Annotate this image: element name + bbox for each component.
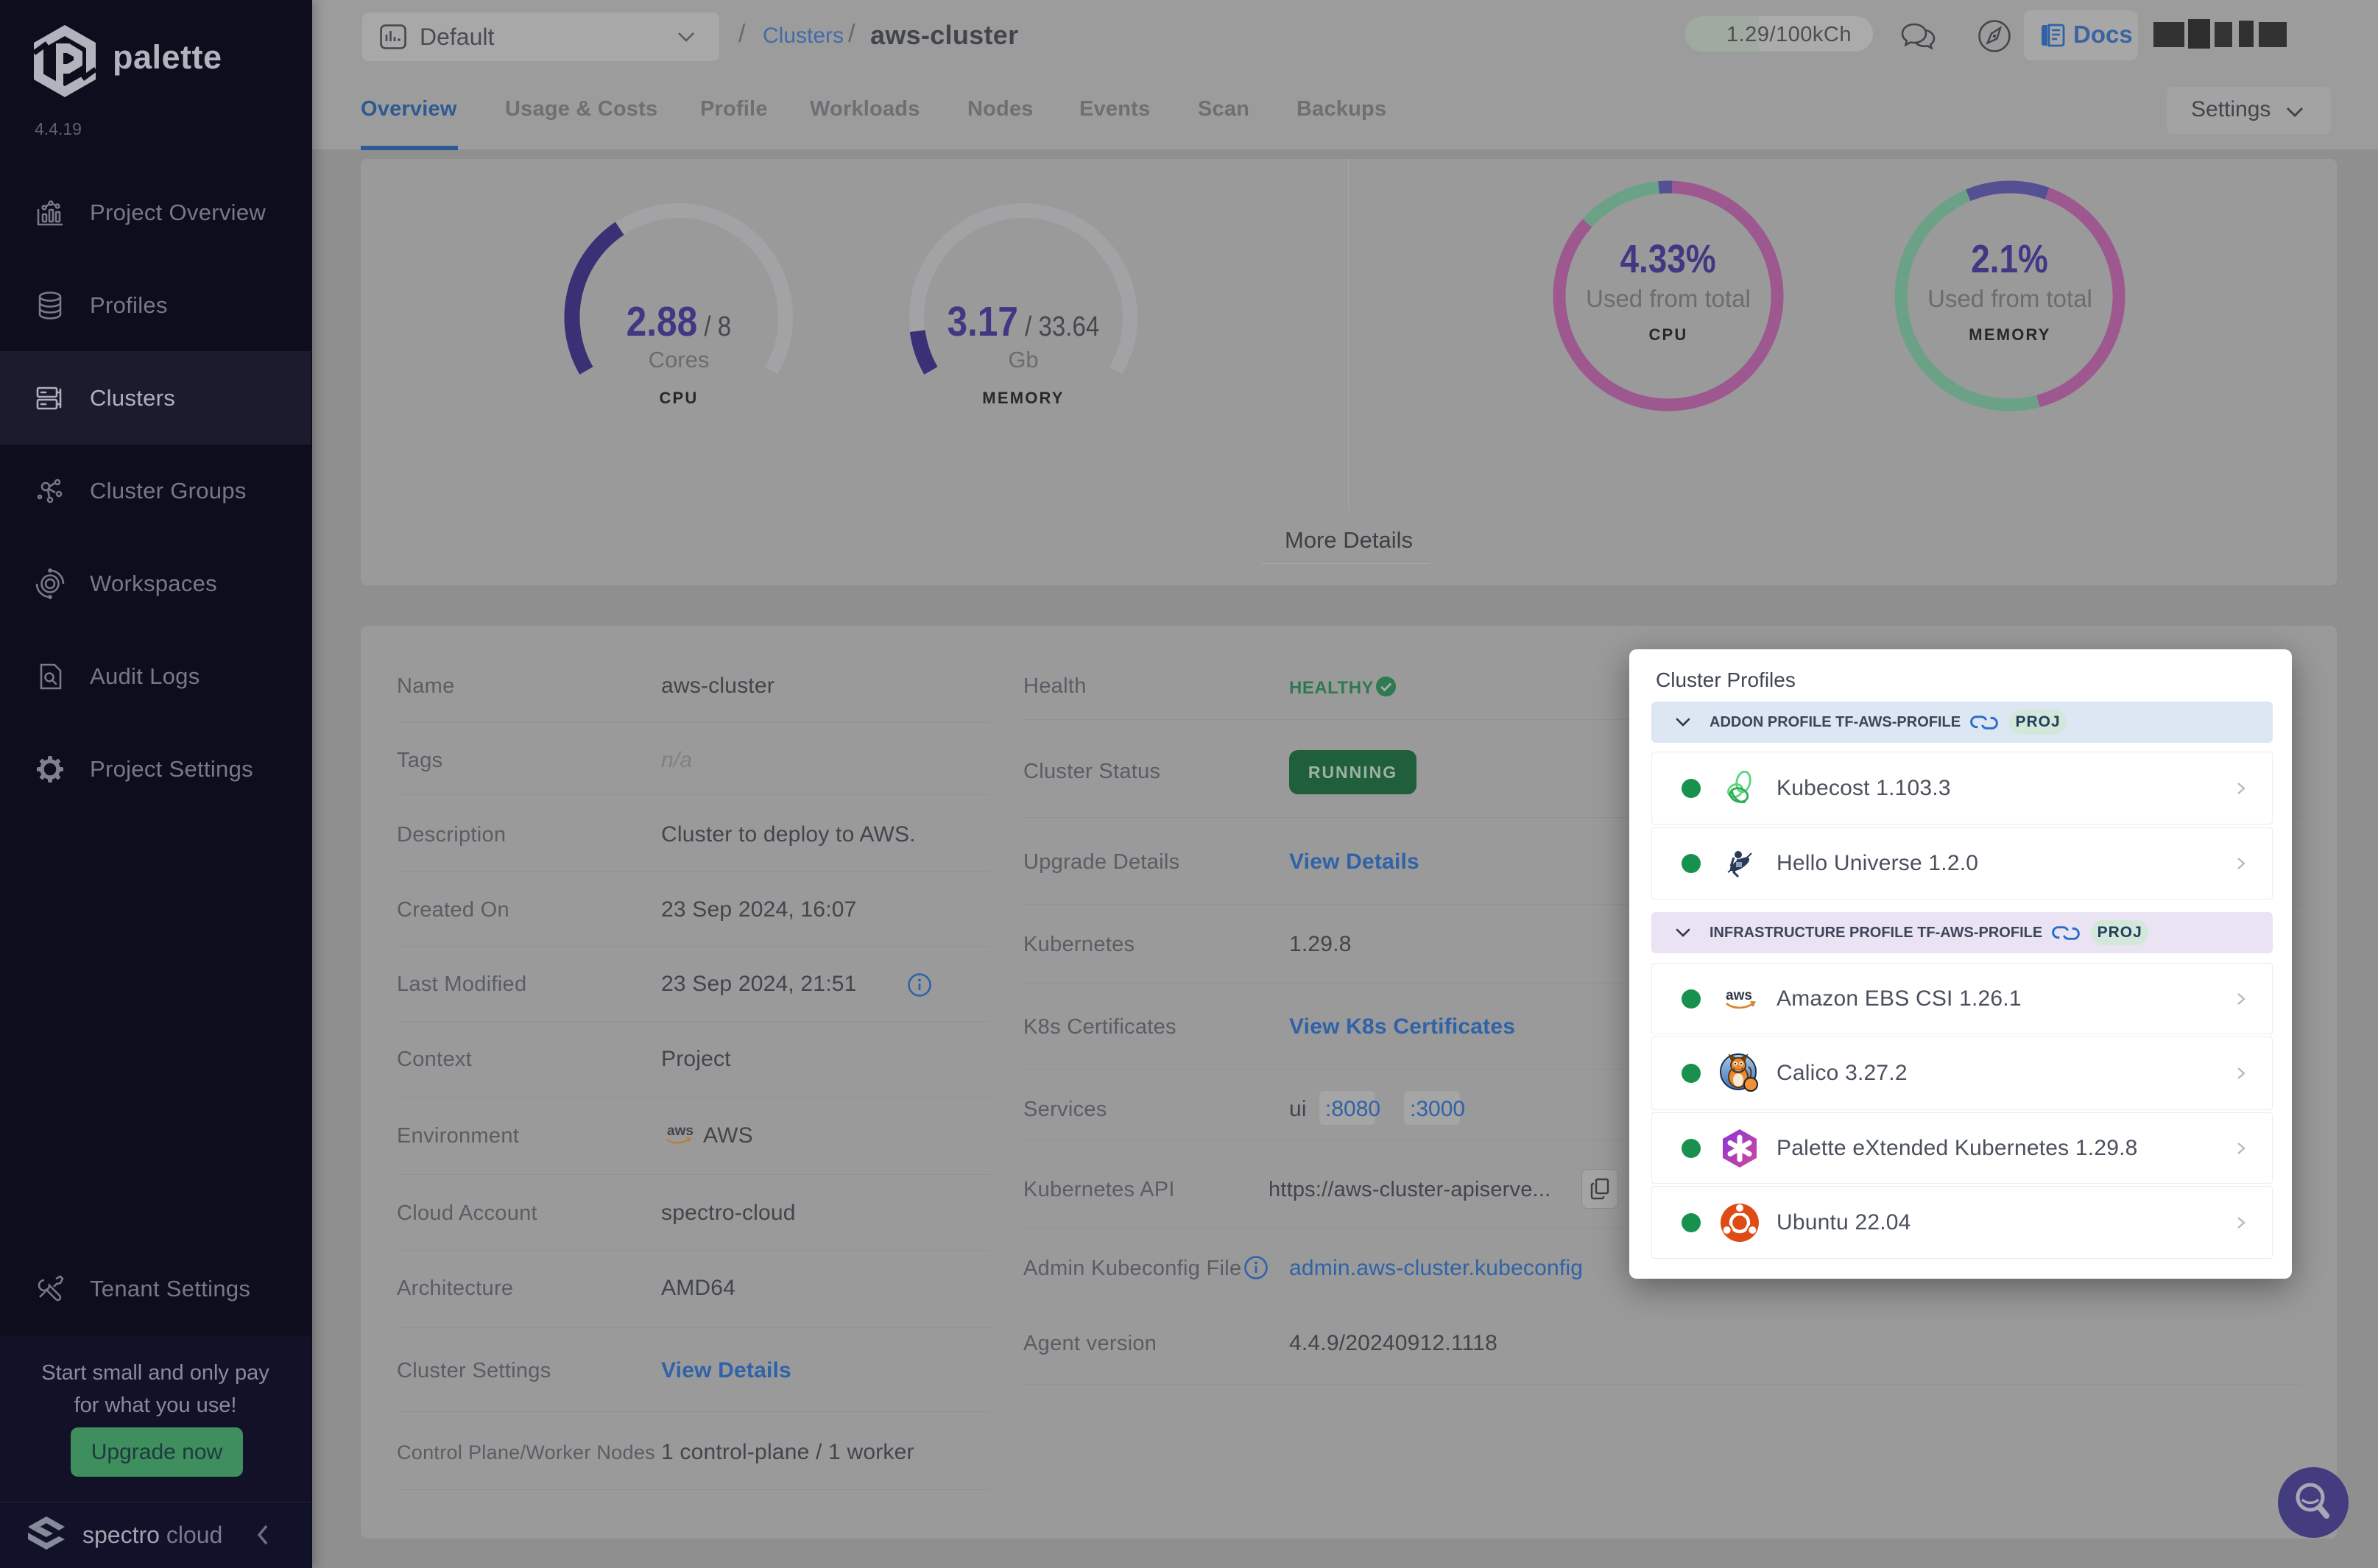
svg-text:aws: aws bbox=[1726, 988, 1752, 1003]
svg-text:aws: aws bbox=[667, 1123, 694, 1139]
